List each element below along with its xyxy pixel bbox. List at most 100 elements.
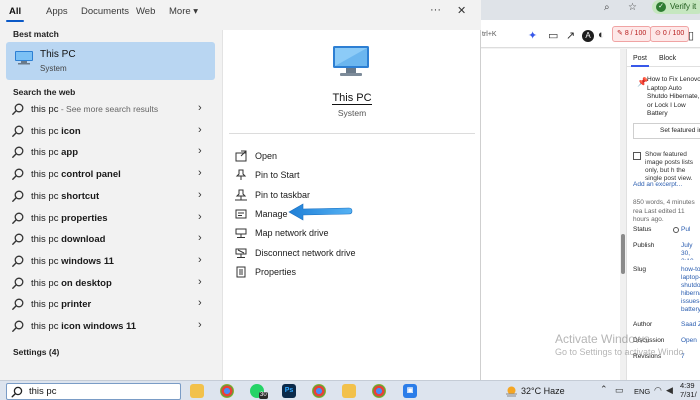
sparkle-icon[interactable]: ✦ [528,29,537,42]
chevron-right-icon[interactable]: › [198,297,202,309]
web-result-item[interactable]: this pc properties › [6,208,215,229]
tab-web[interactable]: Web [136,6,155,17]
folder-icon[interactable] [342,384,356,398]
chevron-right-icon[interactable]: › [198,124,202,136]
web-result-bold: download [61,234,106,246]
photoshop-icon[interactable]: Ps [282,384,296,398]
verify-button[interactable]: ✓ Verify it [652,0,700,14]
readability-score-badge[interactable]: ⊙ 0 / 100 [650,26,690,42]
web-result-item[interactable]: this pc control panel › [6,164,215,185]
web-result-text: this pc control panel [31,169,121,180]
featured-image-checkbox[interactable] [633,152,641,160]
chevron-right-icon[interactable]: › [198,145,202,157]
search-icon [12,233,24,246]
chevron-right-icon[interactable]: › [198,319,202,331]
app-icon[interactable]: ▣ [403,384,417,398]
search-icon [12,298,24,311]
web-result-item[interactable]: this pc on desktop › [6,273,215,294]
weather-temp: 32°C [521,386,542,396]
chevron-right-icon[interactable]: › [198,254,202,266]
chevron-right-icon[interactable]: › [198,211,202,223]
chevron-right-icon[interactable]: › [198,167,202,179]
file-explorer-icon[interactable] [190,384,204,398]
sidebar-toggle-icon[interactable]: ▯ [688,29,694,42]
web-result-text: this pc download [31,234,105,245]
best-match-heading: Best match [13,29,59,39]
action-map-network-drive[interactable]: Map network drive [235,225,435,243]
preview-title[interactable]: This PC [223,92,481,105]
open-icon [235,150,247,162]
settings-icon[interactable]: ◐ [598,29,605,41]
web-result-item[interactable]: this pc windows 11 › [6,251,215,272]
profile-icon[interactable]: A [582,30,594,42]
search-icon [12,212,24,224]
chrome-window-icon[interactable] [372,384,386,398]
web-result-item[interactable]: this pc app › [6,142,215,163]
tab-apps[interactable]: Apps [46,6,68,17]
wifi-icon[interactable]: ◠ [654,385,662,396]
tray-app-icon[interactable]: ▭ [615,385,624,396]
close-icon[interactable]: ✕ [457,4,466,17]
author-value[interactable]: Saad Zo [681,321,700,329]
search-input[interactable] [29,385,169,398]
search-icon [12,103,24,115]
star-icon[interactable]: ☆ [628,2,637,13]
action-pin-to-start[interactable]: Pin to Start [235,167,435,185]
settings-heading[interactable]: Settings (4) [13,347,59,357]
set-featured-image-button[interactable]: Set featured image [633,123,700,139]
chevron-right-icon[interactable]: › [198,276,202,288]
chevron-right-icon[interactable]: › [198,232,202,244]
search-icon[interactable]: ⌕ [604,2,610,13]
web-result-item[interactable]: this pc - See more search results › [6,99,215,120]
publish-value[interactable]: July 30, 2:10 pm [681,242,700,260]
scrollbar-thumb[interactable] [621,234,625,274]
chevron-down-icon: ▾ [193,6,199,17]
add-excerpt-link[interactable]: Add an excerpt... [633,181,682,188]
check-icon: ✓ [656,2,666,12]
status-value[interactable]: Pul [681,226,700,234]
action-disconnect-network-drive[interactable]: Disconnect network drive [235,245,435,263]
tab-all[interactable]: All [5,6,25,22]
editor-canvas[interactable] [480,49,620,380]
web-result-item[interactable]: this pc icon windows 11 › [6,316,215,337]
discussion-value[interactable]: Open [681,337,700,345]
web-result-bold: app [61,147,78,159]
preview-icon[interactable]: ▭ [548,29,558,42]
taskbar-search-box[interactable] [6,383,181,400]
tab-post[interactable]: Post [630,55,650,67]
action-open[interactable]: Open [235,148,435,166]
web-result-item[interactable]: this pc icon › [6,121,215,142]
seo-score-badge[interactable]: ✎ 8 / 100 [612,26,652,42]
action-pin-to-taskbar[interactable]: Pin to taskbar [235,187,435,205]
options-icon[interactable]: ··· [430,4,441,16]
web-result-text: this pc - See more search results [31,104,158,115]
web-result-item[interactable]: this pc printer › [6,294,215,315]
web-result-item[interactable]: this pc shortcut › [6,186,215,207]
slug-value[interactable]: how-to laptop- shutdo hiberna issues- ba… [681,266,700,314]
haze-weather-icon [506,386,517,397]
volume-icon[interactable]: ◀ [666,385,673,396]
best-match-item[interactable]: This PC System [6,42,215,80]
weather-readout[interactable]: 32°C Haze [521,386,565,396]
action-properties[interactable]: Properties [235,264,435,282]
web-result-item[interactable]: this pc download › [6,229,215,250]
search-tabs: All Apps Documents Web More ▾ ··· ✕ [0,0,481,30]
chevron-right-icon[interactable]: › [198,102,202,114]
external-link-icon[interactable]: ↗ [566,29,575,42]
pin-icon [235,169,247,181]
action-label: Properties [255,266,297,277]
activate-windows-watermark: Activate Windows Go to Settings to activ… [555,333,684,359]
tab-block[interactable]: Block [659,55,676,62]
chrome-icon[interactable] [220,384,234,398]
language-indicator[interactable]: ENG [634,387,650,396]
tray-overflow-icon[interactable]: ⌃ [600,384,608,395]
chevron-right-icon[interactable]: › [198,189,202,201]
chrome-profile-icon[interactable] [312,384,326,398]
web-result-prefix: this pc [31,299,62,311]
tab-documents[interactable]: Documents [81,6,129,17]
preview-subtitle: System [337,108,367,118]
revisions-value[interactable]: 7 [681,353,700,361]
tab-more[interactable]: More ▾ [169,6,198,17]
post-meta: 850 words, 4 minutes rea Last edited 11 … [633,199,695,223]
clock[interactable]: 4:39 7/31/ [680,381,697,399]
